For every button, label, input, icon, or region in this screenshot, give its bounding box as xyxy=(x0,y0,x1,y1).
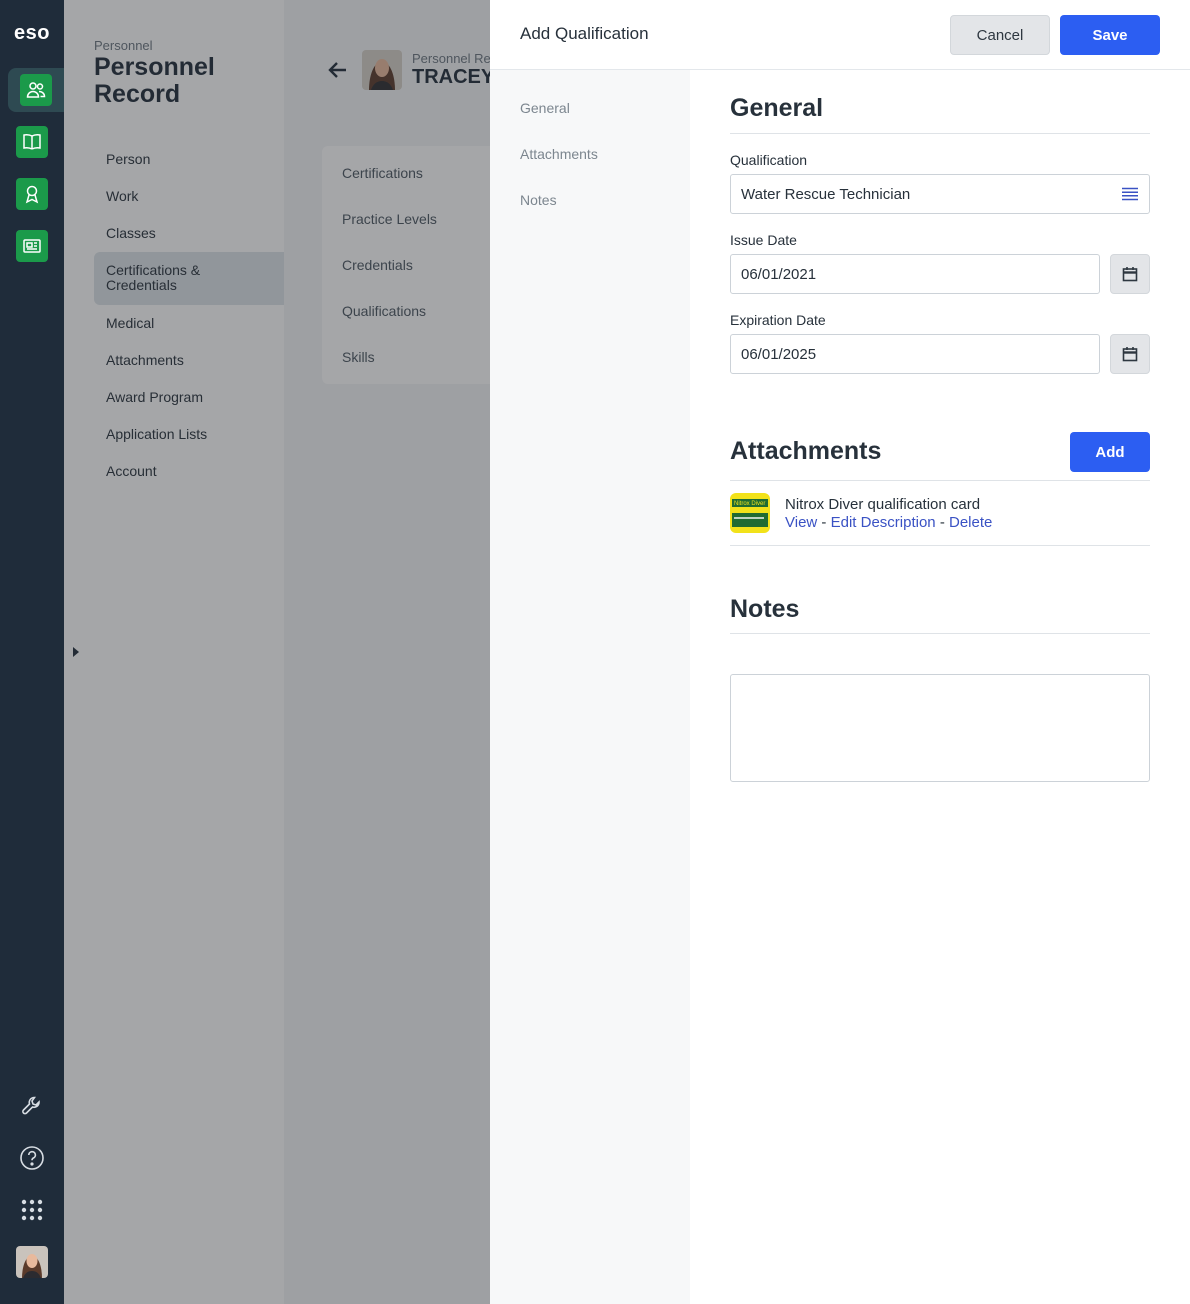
qualification-value: Water Rescue Technician xyxy=(741,185,911,203)
list-icon[interactable] xyxy=(1121,187,1139,201)
news-app-button[interactable] xyxy=(16,230,48,262)
drawer-section-nav: General Attachments Notes xyxy=(490,70,690,1304)
news-icon xyxy=(23,239,41,253)
add-attachment-button[interactable]: Add xyxy=(1070,432,1150,472)
issue-date-input[interactable]: 06/01/2021 xyxy=(730,254,1100,294)
view-attachment-link[interactable]: View xyxy=(785,514,817,531)
delete-attachment-link[interactable]: Delete xyxy=(949,514,992,531)
issue-date-value: 06/01/2021 xyxy=(741,265,817,283)
calendar-icon xyxy=(1122,267,1138,282)
awards-app-button[interactable] xyxy=(16,178,48,210)
section-link-notes[interactable]: Notes xyxy=(520,192,557,208)
issue-date-label: Issue Date xyxy=(730,232,797,248)
apps-grid-icon xyxy=(21,1199,43,1221)
action-separator: - xyxy=(821,514,827,531)
general-heading: General xyxy=(730,94,824,122)
award-icon xyxy=(25,185,39,204)
general-divider xyxy=(730,133,1150,134)
app-launcher-button[interactable] xyxy=(16,1194,48,1226)
save-button[interactable]: Save xyxy=(1060,15,1160,55)
user-avatar[interactable] xyxy=(16,1246,48,1278)
add-qualification-drawer: Add Qualification Cancel Save General At… xyxy=(490,0,1190,1304)
attachments-divider xyxy=(730,480,1150,481)
notes-textarea[interactable] xyxy=(730,674,1150,782)
expiration-date-value: 06/01/2025 xyxy=(741,345,817,363)
thumbnail-label: Nitrox Diver xyxy=(734,501,765,507)
cancel-button[interactable]: Cancel xyxy=(950,15,1050,55)
help-button[interactable] xyxy=(16,1142,48,1174)
attachments-heading: Attachments xyxy=(730,437,882,465)
notes-heading: Notes xyxy=(730,595,800,623)
calendar-icon xyxy=(1122,347,1138,362)
attachment-thumbnail[interactable]: Nitrox Diver xyxy=(730,493,770,533)
section-link-attachments[interactable]: Attachments xyxy=(520,146,598,162)
expiration-date-label: Expiration Date xyxy=(730,312,826,328)
notes-divider xyxy=(730,633,1150,634)
qualification-select[interactable]: Water Rescue Technician xyxy=(730,174,1150,214)
attachment-title: Nitrox Diver qualification card xyxy=(785,496,981,513)
people-app-button[interactable] xyxy=(8,68,64,112)
qualification-label: Qualification xyxy=(730,152,808,168)
edit-description-link[interactable]: Edit Description xyxy=(831,514,936,531)
drawer-title: Add Qualification xyxy=(520,24,649,43)
issue-date-picker-button[interactable] xyxy=(1110,254,1150,294)
help-icon xyxy=(20,1146,44,1170)
action-separator: - xyxy=(939,514,945,531)
learning-app-button[interactable] xyxy=(16,126,48,158)
section-link-general[interactable]: General xyxy=(520,100,570,116)
expiration-date-picker-button[interactable] xyxy=(1110,334,1150,374)
attachment-row-divider xyxy=(730,545,1150,546)
app-rail: eso xyxy=(0,0,64,1304)
attachment-actions: View - Edit Description - Delete xyxy=(785,514,992,531)
settings-button[interactable] xyxy=(16,1090,48,1122)
people-icon xyxy=(26,82,46,98)
eso-logo[interactable]: eso xyxy=(0,22,64,45)
drawer-header: Add Qualification Cancel Save xyxy=(490,0,1190,70)
wrench-icon xyxy=(22,1096,40,1115)
expiration-date-input[interactable]: 06/01/2025 xyxy=(730,334,1100,374)
book-icon xyxy=(23,134,41,150)
